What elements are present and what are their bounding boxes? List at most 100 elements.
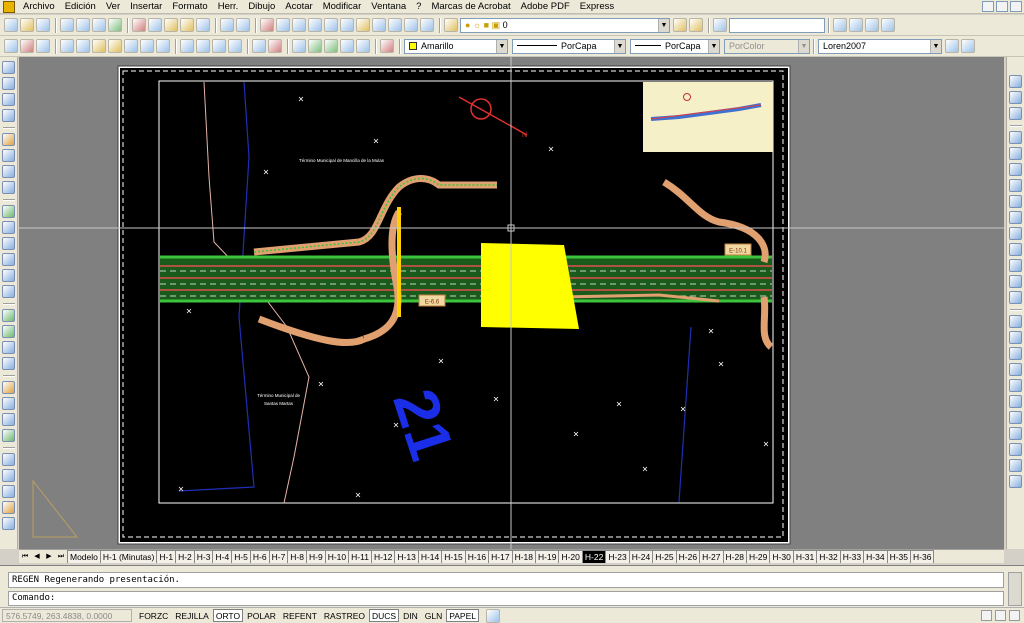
status-toggle-din[interactable]: DIN	[400, 609, 421, 622]
tab-modelo[interactable]: Modelo	[67, 550, 101, 563]
tab-h22[interactable]: H-22	[581, 550, 607, 563]
dim-linear-icon[interactable]	[1009, 315, 1022, 328]
hatch-draw-icon[interactable]	[2, 309, 15, 322]
menu-formato[interactable]: Formato	[167, 0, 212, 14]
layer-change-icon[interactable]	[228, 39, 242, 53]
tab-h2[interactable]: H-2	[175, 550, 195, 563]
zoom-window-icon[interactable]	[292, 18, 306, 32]
ellipse-arc-icon[interactable]	[2, 237, 15, 250]
tab-h5[interactable]: H-5	[231, 550, 251, 563]
tolerance-icon[interactable]	[1009, 475, 1022, 488]
linetype-dropdown[interactable]: PorCapa ▼	[512, 38, 626, 54]
tab-h12[interactable]: H-12	[370, 550, 396, 563]
print-icon[interactable]	[60, 18, 74, 32]
text-style-icon[interactable]	[713, 18, 727, 32]
tab-h36[interactable]: H-36	[910, 550, 935, 563]
chevron-down-icon[interactable]: ▼	[708, 39, 719, 53]
dim-ordinate-icon[interactable]	[1009, 363, 1022, 376]
open-file-icon[interactable]	[20, 18, 34, 32]
xref-icon[interactable]	[252, 39, 266, 53]
autocad-app-icon[interactable]	[3, 0, 15, 13]
status-toggle-gln[interactable]: GLN	[422, 609, 445, 622]
layer-previous-icon[interactable]	[689, 18, 703, 32]
tab-h7[interactable]: H-7	[268, 550, 289, 563]
status-toggle-rastreo[interactable]: RASTREO	[321, 609, 368, 622]
gradient-icon[interactable]	[308, 39, 322, 53]
continuous-orbit-icon[interactable]	[1009, 107, 1022, 120]
publish-icon[interactable]	[92, 18, 106, 32]
last-tab-icon[interactable]: ⏭	[55, 551, 67, 563]
erase-icon[interactable]	[2, 429, 15, 442]
tab-h1-minutas[interactable]: H-1 (Minutas)	[99, 550, 158, 563]
line-icon[interactable]	[2, 61, 15, 74]
layer-lock-icon[interactable]	[124, 39, 138, 53]
sphere-icon[interactable]	[2, 469, 15, 482]
wipeout-icon[interactable]	[340, 39, 354, 53]
tab-h26[interactable]: H-26	[675, 550, 701, 563]
first-tab-icon[interactable]: ⏮	[19, 551, 31, 563]
insert-block-icon[interactable]	[2, 253, 15, 266]
tab-h31[interactable]: H-31	[792, 550, 818, 563]
lineweight-dropdown[interactable]: PorCapa ▼	[630, 38, 720, 54]
dim-baseline-icon[interactable]	[1009, 443, 1022, 456]
chevron-down-icon[interactable]: ▼	[496, 39, 507, 53]
menu-marcas-acrobat[interactable]: Marcas de Acrobat	[426, 0, 515, 14]
menu-dibujo[interactable]: Dibujo	[243, 0, 280, 14]
menu-ver[interactable]: Ver	[101, 0, 125, 14]
menu-adobe-pdf[interactable]: Adobe PDF	[516, 0, 575, 14]
tab-h30[interactable]: H-30	[769, 550, 794, 563]
tab-h8[interactable]: H-8	[287, 550, 307, 563]
layer-copy-icon[interactable]	[212, 39, 226, 53]
tab-h25[interactable]: H-25	[652, 550, 677, 563]
multiline-text-icon[interactable]	[2, 381, 15, 394]
next-tab-icon[interactable]: ▶	[43, 551, 55, 563]
redo-icon[interactable]	[236, 18, 250, 32]
menu-express[interactable]: Express	[575, 0, 619, 14]
slice-icon[interactable]	[1009, 259, 1022, 272]
quick-dim-icon[interactable]	[1009, 427, 1022, 440]
status-toggle-papel[interactable]: PAPEL	[446, 609, 479, 622]
tab-h23[interactable]: H-23	[605, 550, 630, 563]
sweep-icon[interactable]	[1009, 211, 1022, 224]
tab-h15[interactable]: H-15	[441, 550, 466, 563]
extrude-icon[interactable]	[1009, 131, 1022, 144]
layer-dropdown[interactable]: ● ☼ ■ ▣ 0 ▼	[460, 17, 670, 33]
menu-herr[interactable]: Herr.	[213, 0, 244, 14]
status-toggle-refent[interactable]: REFENT	[280, 609, 320, 622]
restore-icon[interactable]	[996, 1, 1008, 12]
menu-help[interactable]: ?	[411, 0, 426, 14]
clean-screen-icon[interactable]	[1009, 610, 1020, 621]
menu-insertar[interactable]: Insertar	[125, 0, 167, 14]
prev-tab-icon[interactable]: ◀	[31, 551, 43, 563]
layer-off-icon[interactable]	[108, 39, 122, 53]
orbit-icon[interactable]	[1009, 75, 1022, 88]
revolve-icon[interactable]	[1009, 195, 1022, 208]
tool-palettes-icon[interactable]	[356, 18, 370, 32]
layout-canvas[interactable]: E-6.6 E-10.1 Término Municipal de Mancil…	[19, 57, 1004, 549]
snap-toggle-icon[interactable]	[4, 39, 18, 53]
revision-cloud-icon[interactable]	[2, 181, 15, 194]
polygon-icon[interactable]	[2, 109, 15, 122]
color-dropdown[interactable]: Amarillo ▼	[404, 38, 508, 54]
tab-h13[interactable]: H-13	[394, 550, 419, 563]
tab-h19[interactable]: H-19	[535, 550, 560, 563]
tab-h20[interactable]: H-20	[558, 550, 583, 563]
dim-arc-icon[interactable]	[1009, 347, 1022, 360]
status-toggle-orto[interactable]: ORTO	[212, 609, 244, 622]
command-input[interactable]: Comando:	[8, 591, 1004, 606]
zoom-previous-icon[interactable]	[308, 18, 322, 32]
image-clip-icon[interactable]	[268, 39, 282, 53]
tab-h27[interactable]: H-27	[699, 550, 724, 563]
free-orbit-icon[interactable]	[1009, 91, 1022, 104]
make-object-layer-current-icon[interactable]	[673, 18, 687, 32]
chevron-down-icon[interactable]: ▼	[930, 39, 941, 53]
box-icon[interactable]	[2, 453, 15, 466]
ortho-icon[interactable]	[36, 39, 50, 53]
tab-h24[interactable]: H-24	[628, 550, 654, 563]
arc-icon[interactable]	[2, 149, 15, 162]
communication-center-icon[interactable]	[995, 610, 1006, 621]
revcloud-icon[interactable]	[356, 39, 370, 53]
multileader-icon[interactable]	[865, 18, 879, 32]
status-toggle-ducs[interactable]: DUCS	[369, 609, 400, 622]
pan-icon[interactable]	[260, 18, 274, 32]
